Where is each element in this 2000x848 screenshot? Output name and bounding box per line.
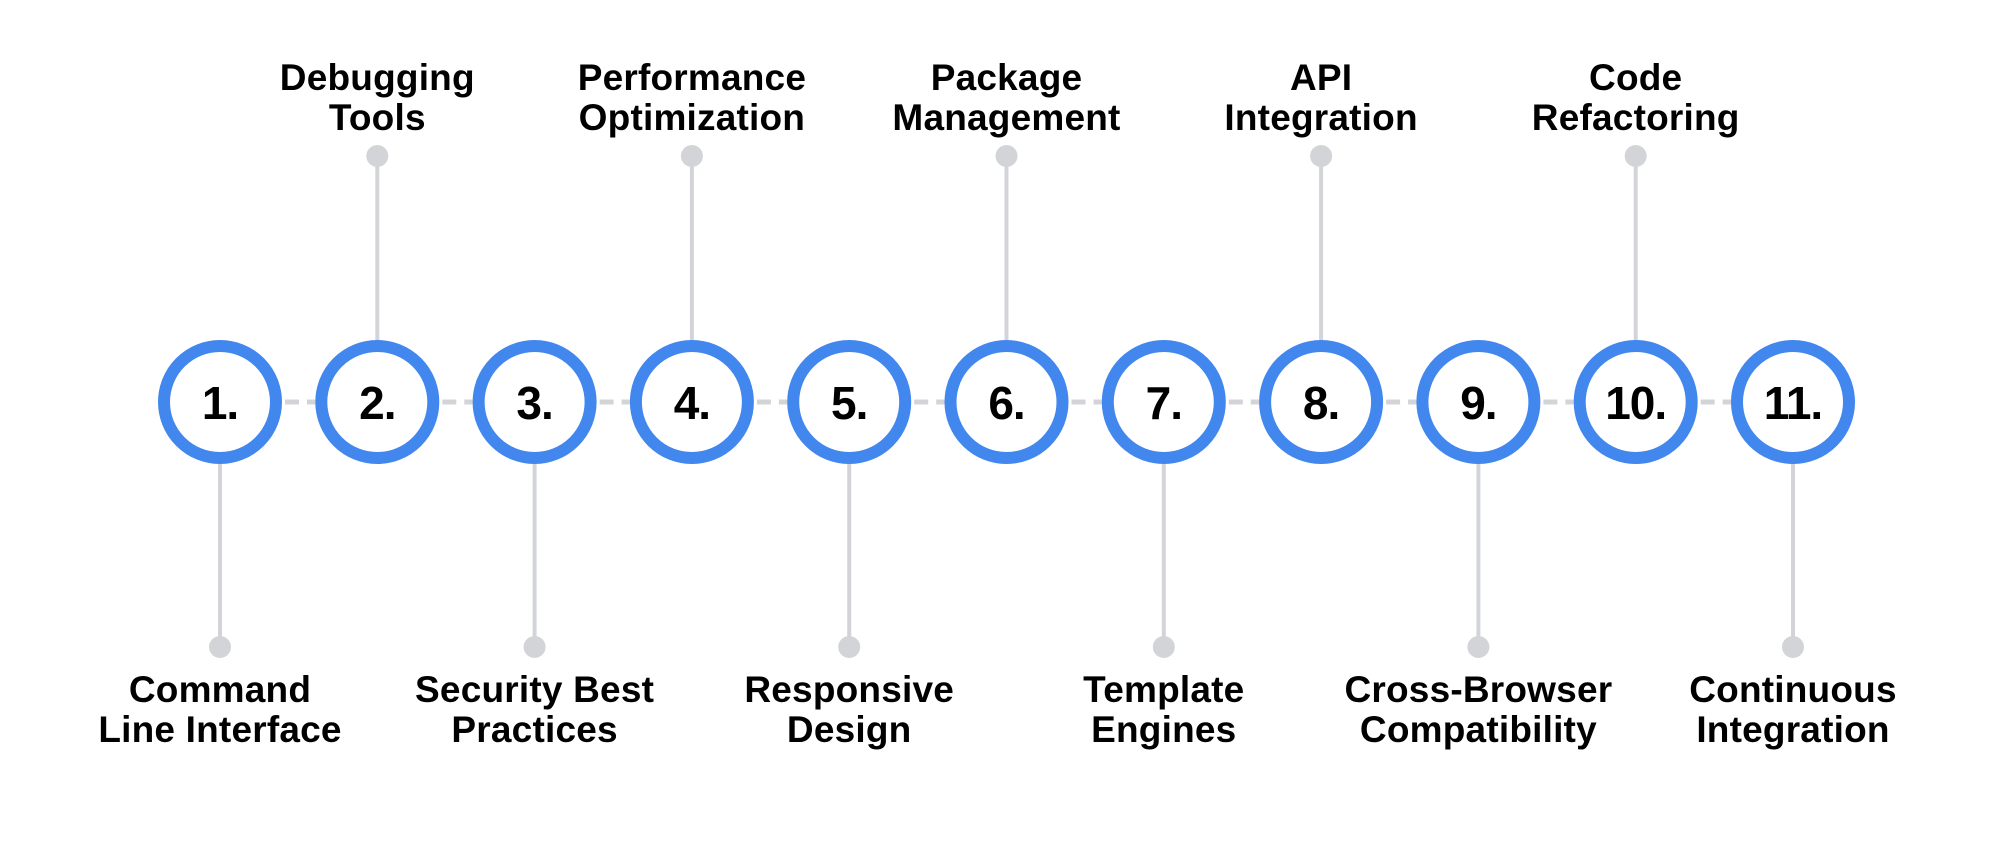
step-node-7[interactable]: 7. (1101, 340, 1226, 464)
step-label-9: Cross-Browser Compatibility (1344, 669, 1612, 750)
step-number: 4. (674, 377, 710, 429)
step-number: 2. (359, 377, 395, 429)
step-label-line: Performance (578, 57, 806, 98)
step-label-line: API (1290, 57, 1352, 98)
step-label-line: Debugging (280, 57, 475, 98)
stem-dot (1310, 145, 1333, 167)
step-number: 3. (516, 377, 552, 429)
step-number: 10. (1605, 377, 1666, 429)
step-label-line: Cross-Browser (1344, 669, 1612, 710)
step-label-line: Optimization (579, 97, 805, 138)
step-node-11[interactable]: 11. (1731, 340, 1855, 464)
step-nodes: 1. 2. 3. 4. 5. 6. 7. 8. 9. 10. 11. (158, 340, 1855, 464)
step-label-line: Compatibility (1360, 709, 1597, 750)
step-number: 6. (988, 377, 1024, 429)
step-label-line: Tools (329, 97, 426, 138)
step-node-10[interactable]: 10. (1573, 340, 1698, 464)
step-node-2[interactable]: 2. (315, 340, 440, 464)
stem-dot (1782, 636, 1804, 658)
step-label-line: Package (931, 57, 1083, 98)
step-label-line: Continuous (1689, 669, 1897, 710)
stem-dot (209, 636, 231, 658)
step-label-line: Integration (1696, 709, 1889, 750)
step-number: 7. (1146, 377, 1182, 429)
step-node-5[interactable]: 5. (787, 340, 912, 464)
stem-dot (523, 636, 546, 658)
step-node-4[interactable]: 4. (629, 340, 754, 464)
step-label-6: Package Management (892, 57, 1120, 138)
step-label-line: Line Interface (98, 709, 341, 750)
step-node-3[interactable]: 3. (472, 340, 597, 464)
step-node-8[interactable]: 8. (1259, 340, 1384, 464)
step-node-1[interactable]: 1. (158, 340, 282, 464)
step-label-8: API Integration (1224, 57, 1417, 138)
timeline-diagram: 1. 2. 3. 4. 5. 6. 7. 8. 9. 10. 11. Command Line Int… (98, 57, 1897, 750)
step-node-9[interactable]: 9. (1416, 340, 1541, 464)
step-number: 8. (1303, 377, 1339, 429)
step-label-line: Management (892, 97, 1120, 138)
step-label-line: Template (1083, 669, 1244, 710)
step-label-4: Performance Optimization (578, 57, 806, 138)
step-label-11: Continuous Integration (1689, 669, 1897, 750)
step-label-1: Command Line Interface (98, 669, 341, 750)
step-label-line: Engines (1091, 709, 1236, 750)
step-label-line: Practices (451, 709, 617, 750)
stem-dot (680, 145, 703, 167)
step-label-line: Responsive (744, 669, 954, 710)
stem-dot (995, 145, 1018, 167)
step-node-6[interactable]: 6. (944, 340, 1069, 464)
step-label-line: Command (129, 669, 311, 710)
step-label-line: Design (787, 709, 912, 750)
step-label-5: Responsive Design (744, 669, 954, 750)
step-label-line: Code (1589, 57, 1682, 98)
stem-dot (1624, 145, 1647, 167)
step-label-line: Refactoring (1532, 97, 1740, 138)
step-label-line: Integration (1224, 97, 1417, 138)
step-label-line: Security Best (415, 669, 654, 710)
stem-dot (366, 145, 389, 167)
step-number: 11. (1764, 377, 1822, 429)
step-label-2: Debugging Tools (280, 57, 475, 138)
step-label-3: Security Best Practices (415, 669, 654, 750)
step-label-7: Template Engines (1083, 669, 1244, 750)
step-number: 1. (202, 377, 238, 429)
step-number: 9. (1460, 377, 1496, 429)
step-number: 5. (831, 377, 867, 429)
stem-dot (1152, 636, 1175, 658)
stem-dot (1467, 636, 1490, 658)
step-label-10: Code Refactoring (1532, 57, 1740, 138)
stem-dot (838, 636, 861, 658)
